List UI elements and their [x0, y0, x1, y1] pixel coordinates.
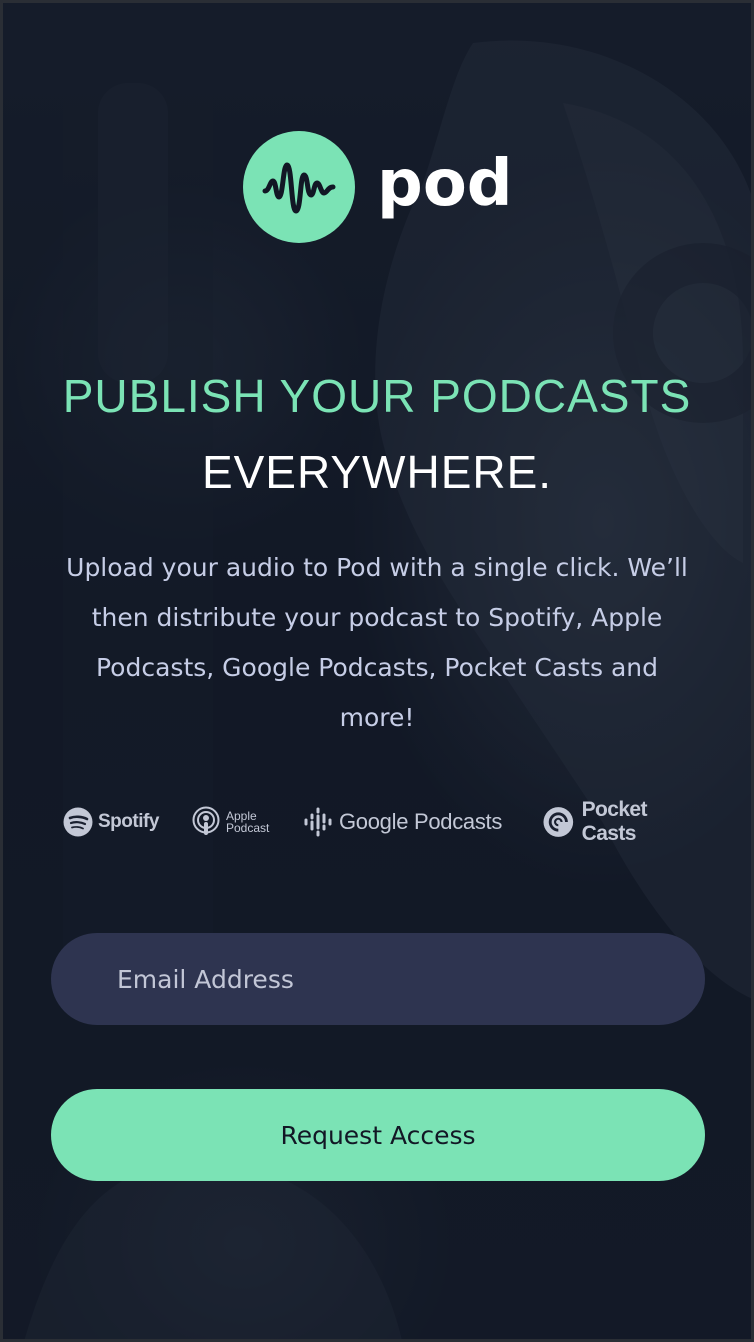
spotify-icon [63, 807, 93, 837]
platform-logos: Spotify Apple Podcast Google Podcasts Po… [61, 798, 701, 845]
brand-name: pod [377, 147, 513, 221]
platform-apple-podcasts: Apple Podcast [191, 801, 269, 843]
email-field-wrapper [51, 932, 705, 1026]
main-content: pod PUBLISH YOUR PODCASTS EVERYWHERE. Up… [3, 3, 751, 1339]
apple-podcasts-icon [192, 806, 220, 835]
request-access-button[interactable]: Request Access [51, 1089, 705, 1181]
headline-secondary: EVERYWHERE. [201, 446, 553, 498]
apple-label-line2: Podcast [226, 821, 270, 835]
landing-page: pod PUBLISH YOUR PODCASTS EVERYWHERE. Up… [0, 0, 754, 1342]
platform-spotify: Spotify [63, 801, 159, 843]
google-podcasts-icon [304, 807, 332, 837]
pocket-casts-icon [543, 807, 574, 837]
hero-description: Upload your audio to Pod with a single c… [66, 553, 688, 732]
platform-google-podcasts: Google Podcasts [303, 801, 502, 843]
email-input[interactable] [115, 932, 705, 1026]
brand-logo[interactable]: pod [243, 131, 513, 243]
google-label: Google Podcasts [339, 809, 503, 834]
pocket-casts-label: Pocket Casts [581, 798, 648, 845]
spotify-label: Spotify [98, 811, 159, 832]
headline-primary: PUBLISH YOUR PODCASTS [62, 370, 692, 422]
waveform-icon [243, 131, 355, 243]
platform-pocket-casts: Pocket Casts [543, 798, 701, 845]
